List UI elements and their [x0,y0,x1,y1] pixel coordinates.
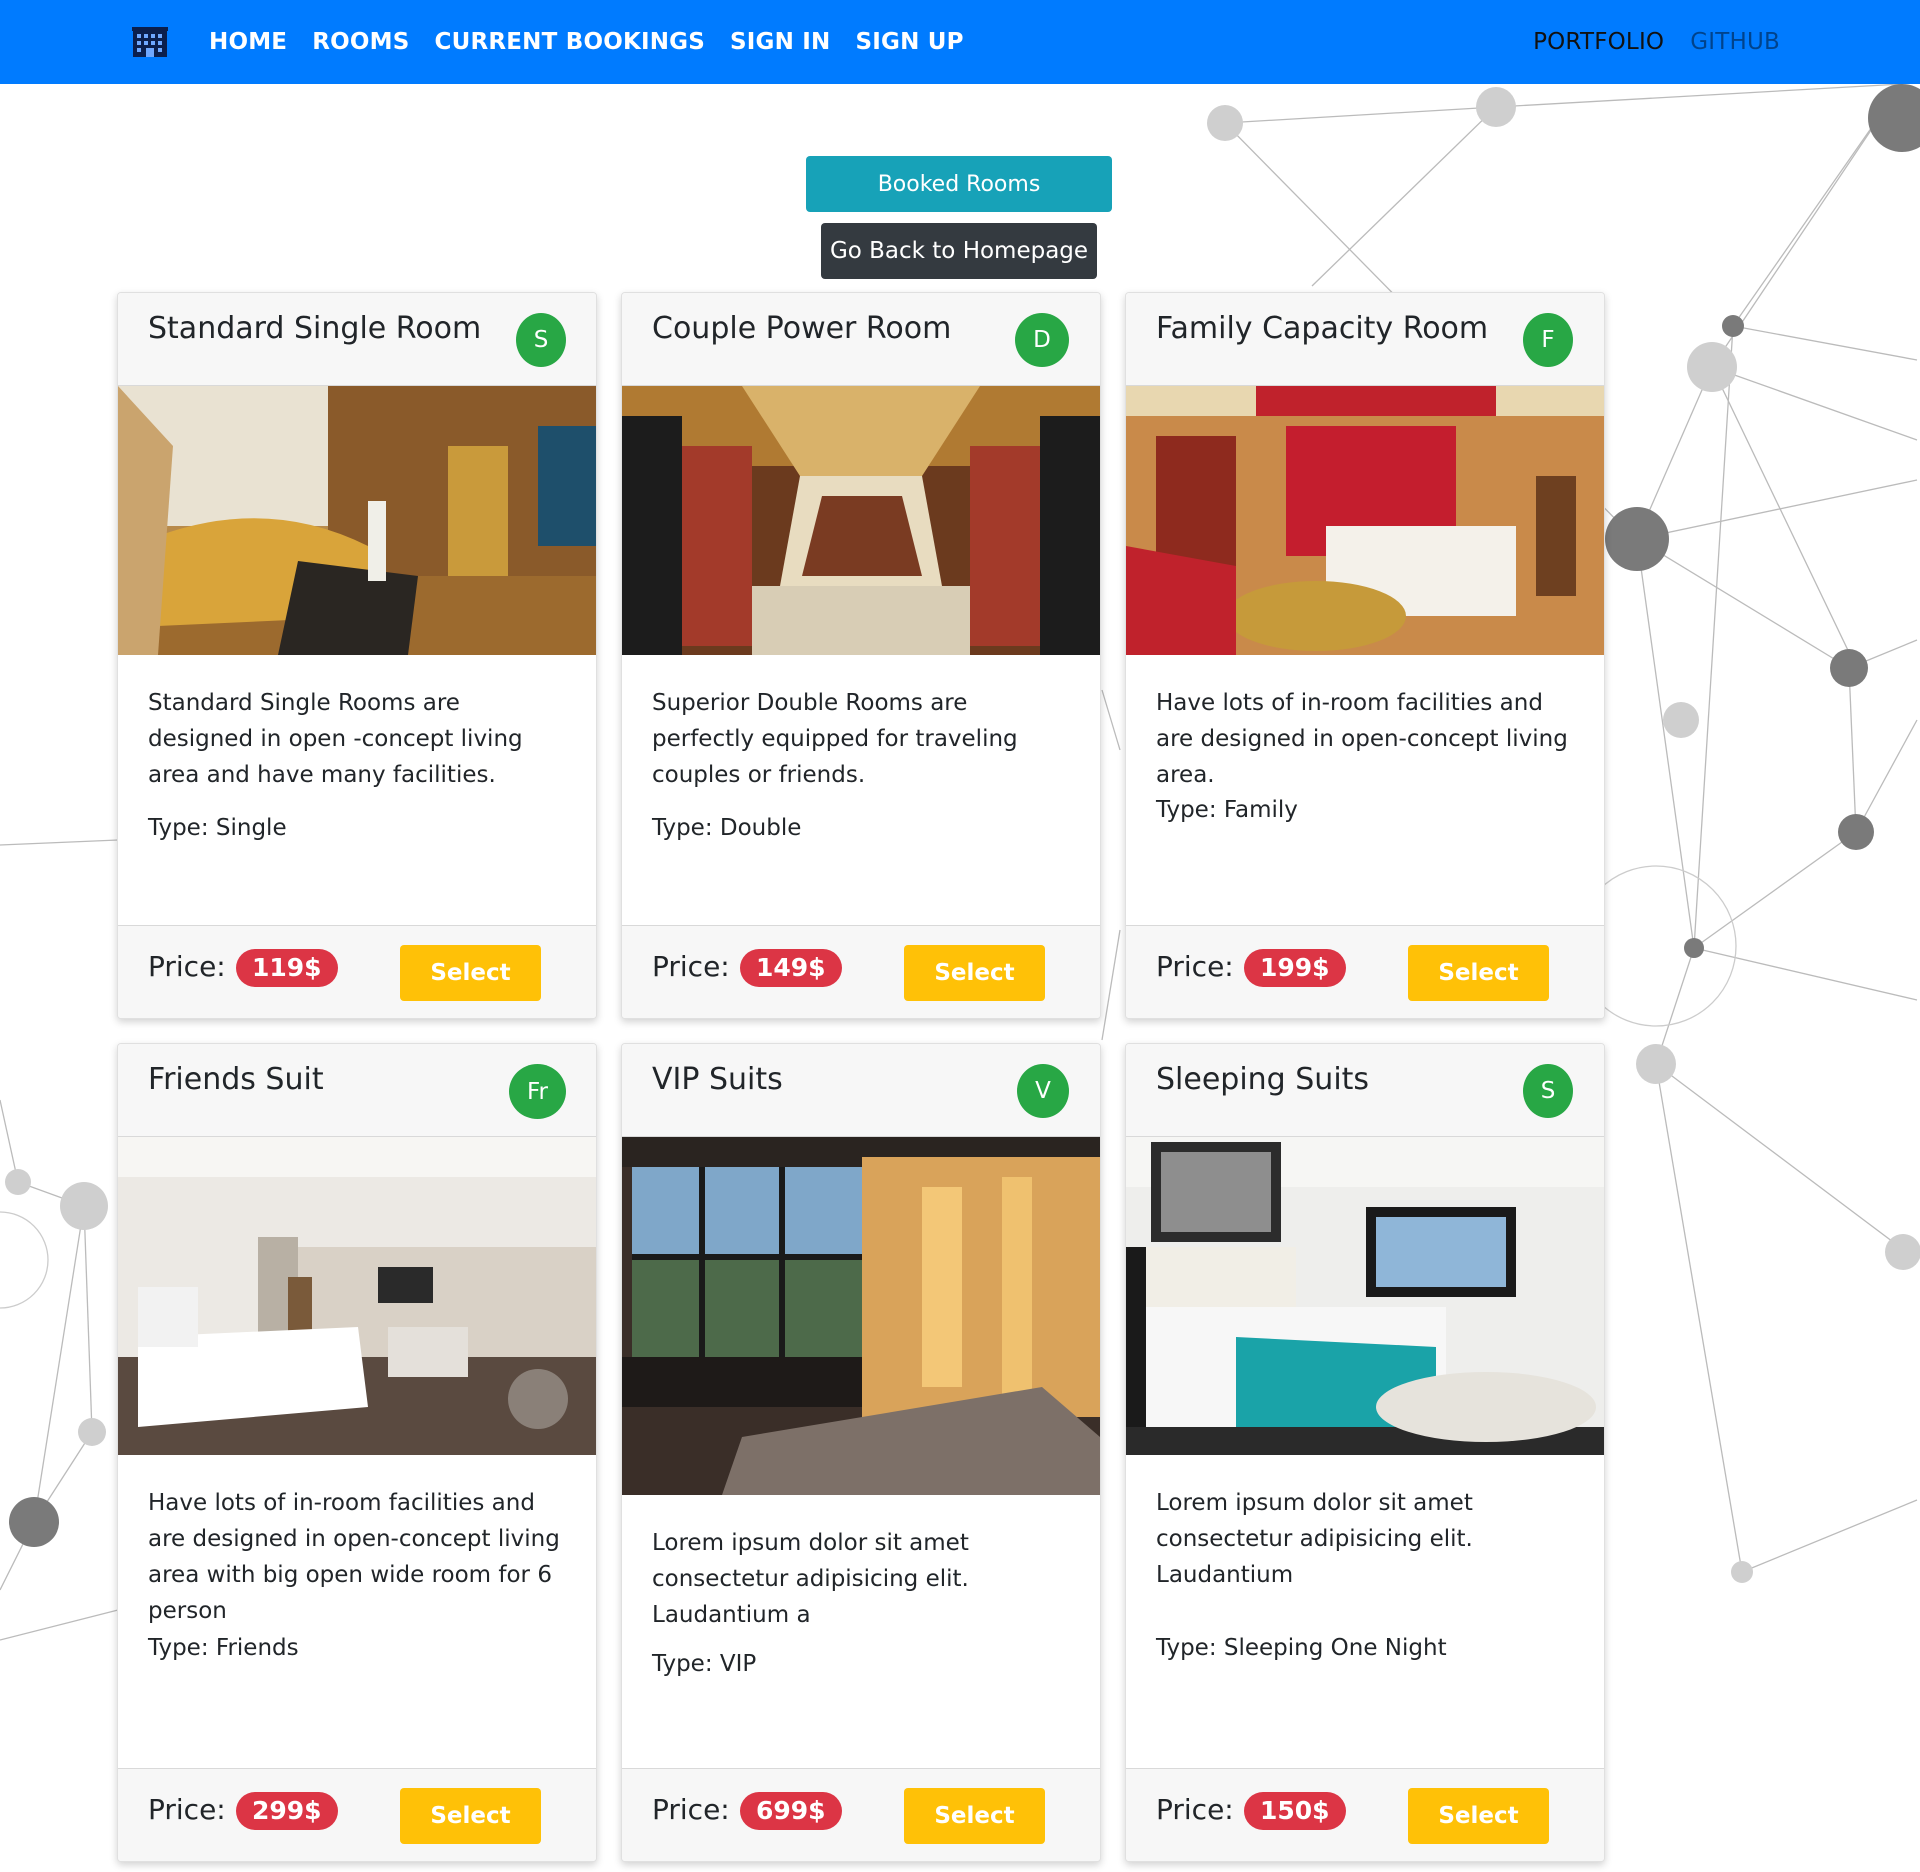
card-header: Couple Power Room D [622,293,1100,386]
price-label: Price: [148,1793,226,1826]
nav-rooms[interactable]: ROOMS [312,29,409,55]
room-card: Sleeping Suits S Lorem ipsum dolor sit a… [1125,1043,1605,1862]
grand-staircase-photo [622,386,1100,655]
room-card: Standard Single Room S Standard Single R… [117,292,597,1019]
room-title: Friends Suit [148,1062,324,1097]
room-avatar: D [1015,313,1069,367]
room-card: Friends Suit Fr Have lots of in-room fac… [117,1043,597,1862]
room-title: Family Capacity Room [1156,311,1489,346]
top-navbar: HOME ROOMS CURRENT BOOKINGS SIGN IN SIGN… [0,0,1920,84]
nav-current-bookings[interactable]: CURRENT BOOKINGS [434,29,705,55]
room-avatar: F [1523,313,1573,367]
room-type: Type: Family [1156,797,1298,823]
nav-sign-up[interactable]: SIGN UP [856,29,964,55]
price-label: Price: [652,1793,730,1826]
room-type: Type: Friends [148,1635,299,1661]
select-room-button[interactable]: Select [904,945,1045,1001]
room-avatar: Fr [509,1064,566,1119]
go-back-homepage-button[interactable]: Go Back to Homepage [821,223,1097,279]
price-label: Price: [148,950,226,983]
nav-github[interactable]: GITHUB [1690,29,1780,55]
room-card: VIP Suits V Lorem ipsum dolor sit amet c… [621,1043,1101,1862]
price-badge: 299$ [236,1792,338,1830]
room-title: Couple Power Room [652,311,952,346]
room-description: Have lots of in-room facilities and are … [148,1490,560,1624]
price-badge: 149$ [740,949,842,987]
teal-bedspread-bedroom-photo [1126,1137,1604,1455]
room-title: VIP Suits [652,1062,783,1097]
room-type: Type: Sleeping One Night [1156,1635,1447,1661]
card-footer: Price: 299$ Select [118,1768,596,1861]
card-footer: Price: 149$ Select [622,925,1100,1018]
room-type: Type: Double [652,815,802,841]
city-view-bedroom-photo [622,1137,1100,1495]
select-room-button[interactable]: Select [904,1788,1045,1844]
nav-home[interactable]: HOME [209,29,287,55]
booked-rooms-button[interactable]: Booked Rooms [806,156,1112,212]
white-bedroom-photo [118,1137,596,1455]
card-header: Friends Suit Fr [118,1044,596,1137]
nav-sign-in[interactable]: SIGN IN [730,29,830,55]
room-title: Standard Single Room [148,311,482,346]
card-footer: Price: 699$ Select [622,1768,1100,1861]
select-room-button[interactable]: Select [1408,1788,1549,1844]
room-description: Lorem ipsum dolor sit amet consectetur a… [1156,1490,1473,1588]
main-nav: HOME ROOMS CURRENT BOOKINGS SIGN IN SIGN… [209,0,964,84]
card-footer: Price: 150$ Select [1126,1768,1604,1861]
room-description: Have lots of in-room facilities and are … [1156,690,1568,788]
room-description: Superior Double Rooms are perfectly equi… [652,690,1018,788]
room-description: Lorem ipsum dolor sit amet consectetur a… [652,1530,969,1628]
price-label: Price: [1156,1793,1234,1826]
card-header: Sleeping Suits S [1126,1044,1604,1137]
room-card: Couple Power Room D Superior Double Room… [621,292,1101,1019]
secondary-nav: PORTFOLIO GITHUB [1533,0,1780,84]
select-room-button[interactable]: Select [400,945,541,1001]
nav-portfolio[interactable]: PORTFOLIO [1533,29,1664,55]
room-type: Type: Single [148,815,287,841]
room-avatar: V [1017,1064,1069,1118]
select-room-button[interactable]: Select [1408,945,1549,1001]
room-type: Type: VIP [652,1651,757,1677]
price-badge: 150$ [1244,1792,1346,1830]
room-title: Sleeping Suits [1156,1062,1370,1097]
red-suite-bedroom-photo [1126,386,1604,655]
price-label: Price: [1156,950,1234,983]
select-room-button[interactable]: Select [400,1788,541,1844]
price-badge: 199$ [1244,949,1346,987]
room-description: Standard Single Rooms are designed in op… [148,690,523,788]
price-badge: 699$ [740,1792,842,1830]
luxury-lounge-photo [118,386,596,655]
card-footer: Price: 119$ Select [118,925,596,1018]
hotel-building-icon[interactable] [132,26,168,58]
room-avatar: S [1523,1064,1573,1118]
room-card: Family Capacity Room F Have lots of in-r… [1125,292,1605,1019]
card-header: Standard Single Room S [118,293,596,386]
card-footer: Price: 199$ Select [1126,925,1604,1018]
card-header: Family Capacity Room F [1126,293,1604,386]
card-header: VIP Suits V [622,1044,1100,1137]
price-badge: 119$ [236,949,338,987]
room-avatar: S [516,313,566,367]
price-label: Price: [652,950,730,983]
